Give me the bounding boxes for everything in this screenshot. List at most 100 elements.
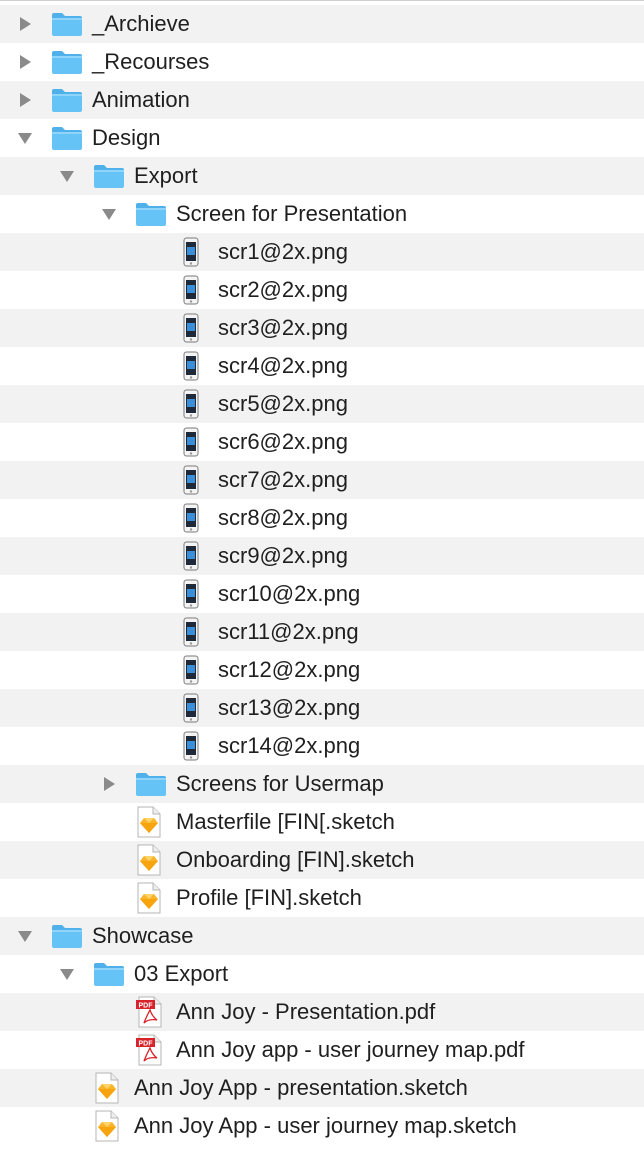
phone-image-icon bbox=[175, 388, 207, 420]
folder-row[interactable]: Screen for Presentation bbox=[0, 195, 644, 233]
folder-name: Showcase bbox=[92, 923, 194, 948]
file-name: scr13@2x.png bbox=[218, 695, 361, 720]
file-name: scr1@2x.png bbox=[218, 239, 348, 264]
file-row[interactable]: scr6@2x.png bbox=[0, 423, 644, 461]
file-row[interactable]: scr5@2x.png bbox=[0, 385, 644, 423]
folder-icon bbox=[51, 84, 83, 116]
file-row[interactable]: scr4@2x.png bbox=[0, 347, 644, 385]
disclosure-expanded-icon[interactable] bbox=[17, 130, 33, 146]
file-name: Masterfile [FIN[.sketch bbox=[176, 809, 395, 834]
folder-name: Screen for Presentation bbox=[176, 201, 408, 226]
sketch-file-icon bbox=[91, 1110, 123, 1142]
file-row[interactable]: scr8@2x.png bbox=[0, 499, 644, 537]
pdf-file-icon: PDF bbox=[133, 996, 165, 1028]
folder-icon bbox=[93, 958, 125, 990]
file-row[interactable]: scr2@2x.png bbox=[0, 271, 644, 309]
file-name: Ann Joy - Presentation.pdf bbox=[176, 999, 436, 1024]
phone-image-icon bbox=[175, 274, 207, 306]
file-name: Ann Joy app - user journey map.pdf bbox=[176, 1037, 525, 1062]
phone-image-icon bbox=[175, 502, 207, 534]
file-tree: _Archieve _Recourses Animation Design Export… bbox=[0, 5, 644, 1145]
folder-icon bbox=[51, 8, 83, 40]
folder-row[interactable]: 03 Export bbox=[0, 955, 644, 993]
file-name: scr11@2x.png bbox=[218, 619, 359, 644]
file-name: scr10@2x.png bbox=[218, 581, 361, 606]
folder-row[interactable]: Design bbox=[0, 119, 644, 157]
folder-icon bbox=[135, 768, 167, 800]
folder-row[interactable]: _Archieve bbox=[0, 5, 644, 43]
folder-icon bbox=[51, 46, 83, 78]
file-name: scr4@2x.png bbox=[218, 353, 348, 378]
folder-name: _Recourses bbox=[92, 49, 210, 74]
phone-image-icon bbox=[175, 464, 207, 496]
file-name: scr3@2x.png bbox=[218, 315, 348, 340]
disclosure-expanded-icon[interactable] bbox=[59, 168, 75, 184]
file-row[interactable]: scr9@2x.png bbox=[0, 537, 644, 575]
file-name: scr8@2x.png bbox=[218, 505, 348, 530]
file-name: scr9@2x.png bbox=[218, 543, 348, 568]
disclosure-collapsed-icon[interactable] bbox=[17, 54, 33, 70]
phone-image-icon bbox=[175, 236, 207, 268]
disclosure-collapsed-icon[interactable] bbox=[101, 776, 117, 792]
folder-name: Export bbox=[134, 163, 198, 188]
disclosure-collapsed-icon[interactable] bbox=[17, 16, 33, 32]
phone-image-icon bbox=[175, 616, 207, 648]
folder-name: Screens for Usermap bbox=[176, 771, 384, 796]
file-row[interactable]: scr3@2x.png bbox=[0, 309, 644, 347]
file-row[interactable]: scr13@2x.png bbox=[0, 689, 644, 727]
pdf-file-icon: PDF bbox=[133, 1034, 165, 1066]
file-row[interactable]: Onboarding [FIN].sketch bbox=[0, 841, 644, 879]
svg-text:PDF: PDF bbox=[139, 1002, 154, 1009]
file-row[interactable]: PDF Ann Joy - Presentation.pdf bbox=[0, 993, 644, 1031]
folder-row[interactable]: Export bbox=[0, 157, 644, 195]
file-row[interactable]: Ann Joy App - presentation.sketch bbox=[0, 1069, 644, 1107]
file-name: Onboarding [FIN].sketch bbox=[176, 847, 415, 872]
file-name: Profile [FIN].sketch bbox=[176, 885, 362, 910]
file-name: scr5@2x.png bbox=[218, 391, 348, 416]
file-row[interactable]: scr10@2x.png bbox=[0, 575, 644, 613]
folder-name: Design bbox=[92, 125, 161, 150]
file-name: scr14@2x.png bbox=[218, 733, 361, 758]
disclosure-expanded-icon[interactable] bbox=[59, 966, 75, 982]
sketch-file-icon bbox=[133, 806, 165, 838]
file-name: Ann Joy App - user journey map.sketch bbox=[134, 1113, 517, 1138]
disclosure-collapsed-icon[interactable] bbox=[17, 92, 33, 108]
folder-row[interactable]: Screens for Usermap bbox=[0, 765, 644, 803]
phone-image-icon bbox=[175, 540, 207, 572]
file-name: scr12@2x.png bbox=[218, 657, 361, 682]
folder-icon bbox=[135, 198, 167, 230]
folder-name: Animation bbox=[92, 87, 190, 112]
phone-image-icon bbox=[175, 578, 207, 610]
sketch-file-icon bbox=[133, 844, 165, 876]
phone-image-icon bbox=[175, 654, 207, 686]
folder-icon bbox=[51, 122, 83, 154]
file-row[interactable]: scr7@2x.png bbox=[0, 461, 644, 499]
svg-text:PDF: PDF bbox=[139, 1040, 154, 1047]
file-name: scr7@2x.png bbox=[218, 467, 348, 492]
file-row[interactable]: Masterfile [FIN[.sketch bbox=[0, 803, 644, 841]
file-row[interactable]: PDF Ann Joy app - user journey map.pdf bbox=[0, 1031, 644, 1069]
sketch-file-icon bbox=[91, 1072, 123, 1104]
disclosure-expanded-icon[interactable] bbox=[17, 928, 33, 944]
folder-row[interactable]: Showcase bbox=[0, 917, 644, 955]
disclosure-expanded-icon[interactable] bbox=[101, 206, 117, 222]
folder-icon bbox=[93, 160, 125, 192]
file-row[interactable]: scr11@2x.png bbox=[0, 613, 644, 651]
phone-image-icon bbox=[175, 350, 207, 382]
folder-row[interactable]: Animation bbox=[0, 81, 644, 119]
file-row[interactable]: scr1@2x.png bbox=[0, 233, 644, 271]
folder-name: 03 Export bbox=[134, 961, 229, 986]
phone-image-icon bbox=[175, 426, 207, 458]
file-name: scr2@2x.png bbox=[218, 277, 348, 302]
folder-name: _Archieve bbox=[92, 11, 190, 36]
file-row[interactable]: Ann Joy App - user journey map.sketch bbox=[0, 1107, 644, 1145]
phone-image-icon bbox=[175, 730, 207, 762]
file-name: scr6@2x.png bbox=[218, 429, 348, 454]
phone-image-icon bbox=[175, 312, 207, 344]
folder-row[interactable]: _Recourses bbox=[0, 43, 644, 81]
file-row[interactable]: scr14@2x.png bbox=[0, 727, 644, 765]
sketch-file-icon bbox=[133, 882, 165, 914]
file-row[interactable]: scr12@2x.png bbox=[0, 651, 644, 689]
folder-icon bbox=[51, 920, 83, 952]
file-row[interactable]: Profile [FIN].sketch bbox=[0, 879, 644, 917]
